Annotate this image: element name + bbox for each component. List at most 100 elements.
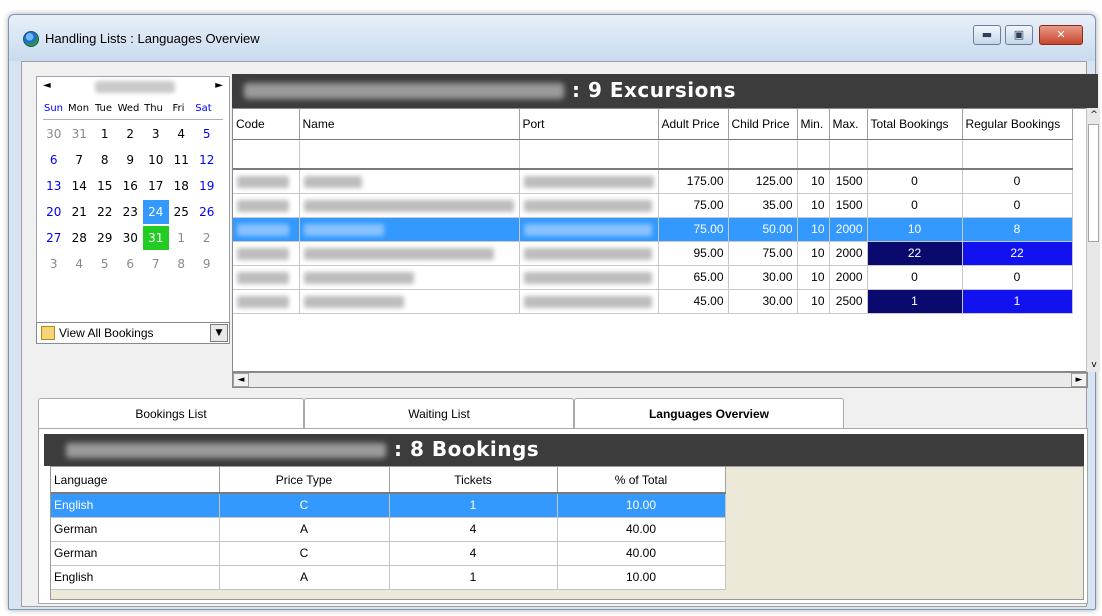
- filter-cell[interactable]: [658, 139, 729, 170]
- month-calendar[interactable]: ◄ ► Sun Mon Tue Wed Thu Fri Sat 30 31 1 2 3 4 5 6 7 8 9 1…: [36, 76, 230, 324]
- calendar-week-row: 20 21 22 23 24 25 26: [41, 199, 223, 225]
- calendar-divider: [43, 119, 223, 120]
- calendar-day[interactable]: 28: [67, 226, 93, 250]
- calendar-day[interactable]: 19: [194, 174, 220, 198]
- calendar-day-selected[interactable]: 24: [143, 200, 169, 224]
- calendar-day[interactable]: 8: [92, 148, 118, 172]
- column-header[interactable]: Adult Price: [658, 109, 729, 140]
- table-row[interactable]: 175.00 125.00 10 1500 0 0: [233, 169, 1073, 194]
- filter-cell[interactable]: [962, 139, 1073, 170]
- column-header[interactable]: Name: [299, 109, 520, 140]
- next-month-icon[interactable]: ►: [215, 80, 223, 91]
- table-row[interactable]: English A 1 10.00: [51, 565, 726, 590]
- table-row[interactable]: 65.00 30.00 10 2000 0 0: [233, 265, 1073, 290]
- calendar-header: ◄ ►: [37, 77, 229, 99]
- scroll-right-icon[interactable]: ►: [1071, 373, 1087, 387]
- calendar-day[interactable]: 20: [41, 200, 67, 224]
- calendar-day[interactable]: 30: [118, 226, 144, 250]
- calendar-day[interactable]: 18: [169, 174, 195, 198]
- calendar-day[interactable]: 3: [143, 122, 169, 146]
- tab-languages-overview[interactable]: Languages Overview: [574, 398, 844, 428]
- column-header[interactable]: % of Total: [557, 467, 726, 494]
- maximize-button[interactable]: ▣: [1005, 25, 1033, 45]
- calendar-day[interactable]: 22: [92, 200, 118, 224]
- calendar-day-today[interactable]: 31: [143, 226, 169, 250]
- calendar-day[interactable]: 29: [92, 226, 118, 250]
- calendar-day[interactable]: 31: [67, 122, 93, 146]
- scroll-thumb[interactable]: [1088, 124, 1099, 242]
- calendar-day[interactable]: 26: [194, 200, 220, 224]
- scroll-up-icon[interactable]: ^: [1087, 110, 1101, 120]
- column-header[interactable]: Child Price: [728, 109, 798, 140]
- column-header[interactable]: Regular Bookings: [962, 109, 1073, 140]
- chevron-down-icon[interactable]: ▼: [210, 324, 228, 342]
- excursions-grid[interactable]: Code Name Port Adult Price Child Price Min. Ma…: [232, 108, 1088, 372]
- redacted-text: [237, 176, 289, 189]
- calendar-day[interactable]: 8: [169, 252, 195, 276]
- column-header[interactable]: Price Type: [219, 467, 390, 494]
- filter-cell[interactable]: [233, 139, 300, 170]
- filter-cell[interactable]: [829, 139, 868, 170]
- calendar-day[interactable]: 16: [118, 174, 144, 198]
- calendar-day[interactable]: 4: [169, 122, 195, 146]
- table-row[interactable]: 95.00 75.00 10 2000 22 22: [233, 241, 1073, 266]
- calendar-day[interactable]: 6: [41, 148, 67, 172]
- calendar-day[interactable]: 1: [169, 226, 195, 250]
- filter-cell[interactable]: [519, 139, 659, 170]
- calendar-day[interactable]: 23: [118, 200, 144, 224]
- title-bar[interactable]: Handling Lists : Languages Overview ▬ ▣ …: [9, 15, 1095, 61]
- column-header[interactable]: Code: [233, 109, 300, 140]
- calendar-day[interactable]: 2: [194, 226, 220, 250]
- bookings-filter-select[interactable]: View All Bookings ▼: [36, 322, 230, 344]
- column-header[interactable]: Port: [519, 109, 659, 140]
- column-header[interactable]: Tickets: [389, 467, 558, 494]
- column-header[interactable]: Language: [51, 467, 220, 494]
- minimize-button[interactable]: ▬: [973, 25, 1001, 45]
- filter-cell[interactable]: [299, 139, 520, 170]
- filter-cell[interactable]: [797, 139, 830, 170]
- tab-bookings-list[interactable]: Bookings List: [38, 398, 304, 428]
- calendar-day[interactable]: 7: [67, 148, 93, 172]
- table-row[interactable]: 75.00 50.00 10 2000 10 8: [233, 217, 1073, 242]
- close-button[interactable]: ✕: [1039, 25, 1083, 45]
- calendar-day[interactable]: 5: [92, 252, 118, 276]
- table-row[interactable]: English C 1 10.00: [51, 493, 726, 518]
- calendar-day[interactable]: 27: [41, 226, 67, 250]
- calendar-day[interactable]: 10: [143, 148, 169, 172]
- calendar-day[interactable]: 30: [41, 122, 67, 146]
- scroll-down-icon[interactable]: v: [1087, 360, 1101, 370]
- column-header[interactable]: Min.: [797, 109, 830, 140]
- table-row[interactable]: 75.00 35.00 10 1500 0 0: [233, 193, 1073, 218]
- calendar-day[interactable]: 13: [41, 174, 67, 198]
- calendar-day[interactable]: 1: [92, 122, 118, 146]
- calendar-day[interactable]: 6: [118, 252, 144, 276]
- calendar-day[interactable]: 17: [143, 174, 169, 198]
- calendar-day[interactable]: 9: [194, 252, 220, 276]
- calendar-day[interactable]: 14: [67, 174, 93, 198]
- calendar-day[interactable]: 15: [92, 174, 118, 198]
- scroll-left-icon[interactable]: ◄: [233, 373, 249, 387]
- tickets-cell: 4: [389, 541, 558, 566]
- calendar-day[interactable]: 21: [67, 200, 93, 224]
- table-row[interactable]: German C 4 40.00: [51, 541, 726, 566]
- calendar-day[interactable]: 5: [194, 122, 220, 146]
- column-header[interactable]: Max.: [829, 109, 868, 140]
- column-header[interactable]: Total Bookings: [867, 109, 963, 140]
- calendar-day[interactable]: 4: [67, 252, 93, 276]
- filter-cell[interactable]: [728, 139, 798, 170]
- languages-grid[interactable]: Language Price Type Tickets% of Total Engl…: [50, 466, 1084, 600]
- calendar-day[interactable]: 7: [143, 252, 169, 276]
- calendar-day[interactable]: 25: [169, 200, 195, 224]
- excursions-horizontal-scrollbar[interactable]: ◄ ►: [232, 372, 1088, 388]
- table-row[interactable]: 45.00 30.00 10 2500 1 1: [233, 289, 1073, 314]
- calendar-day[interactable]: 9: [118, 148, 144, 172]
- excursions-vertical-scrollbar[interactable]: ^ v: [1086, 108, 1100, 372]
- table-row[interactable]: German A 4 40.00: [51, 517, 726, 542]
- prev-month-icon[interactable]: ◄: [43, 80, 51, 91]
- calendar-day[interactable]: 3: [41, 252, 67, 276]
- calendar-day[interactable]: 11: [169, 148, 195, 172]
- calendar-day[interactable]: 2: [118, 122, 144, 146]
- filter-cell[interactable]: [867, 139, 963, 170]
- tab-waiting-list[interactable]: Waiting List: [304, 398, 574, 428]
- calendar-day[interactable]: 12: [194, 148, 220, 172]
